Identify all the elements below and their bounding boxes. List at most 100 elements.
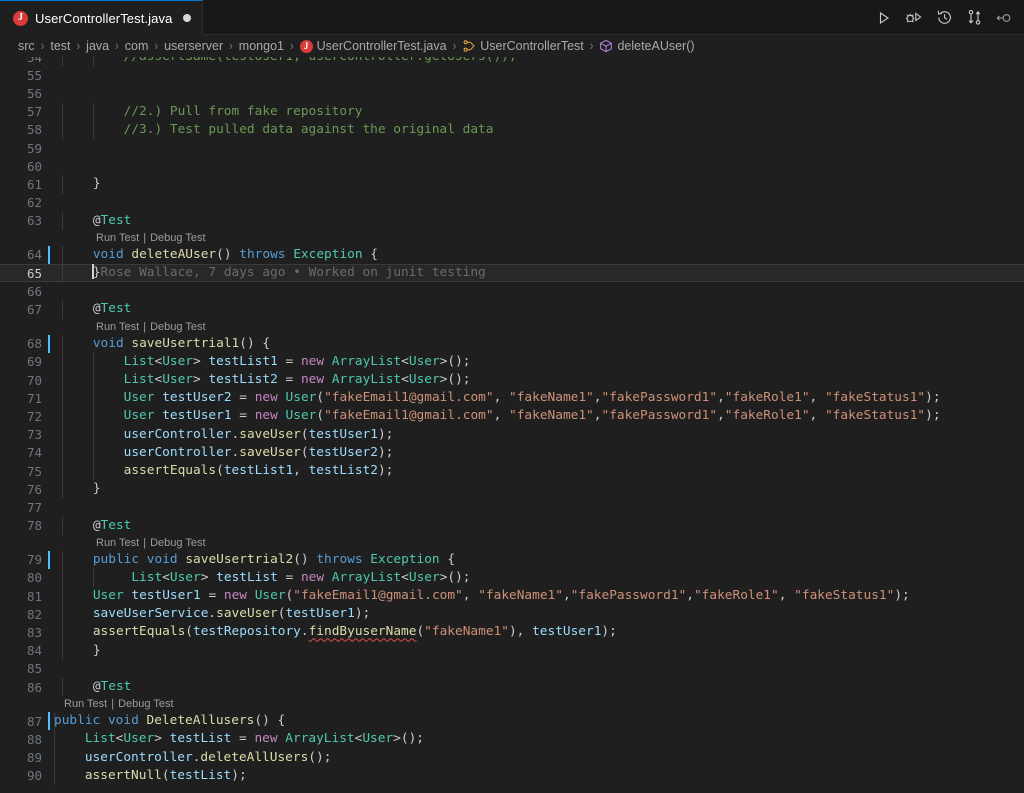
- code-line[interactable]: 86 @Test: [0, 678, 1024, 697]
- codelens-separator: |: [111, 698, 115, 711]
- code-line[interactable]: 79 public void saveUsertrial2() throws E…: [0, 550, 1024, 569]
- code-line[interactable]: 74 userController.saveUser(testUser2);: [0, 443, 1024, 462]
- debug-button[interactable]: [900, 4, 928, 32]
- code-line[interactable]: 82 saveUserService.saveUser(testUser1);: [0, 605, 1024, 624]
- breadcrumb-separator: ›: [452, 38, 457, 54]
- code-line[interactable]: 78 @Test: [0, 516, 1024, 535]
- codelens-run-debug-test: Run Test | Debug Test: [0, 319, 1024, 335]
- run-button[interactable]: [870, 4, 898, 32]
- code-text: saveUserService.saveUser(testUser1);: [54, 605, 1024, 624]
- gutter-modified-marker: [44, 550, 54, 569]
- code-text: userController.deleteAllUsers();: [54, 748, 1024, 767]
- line-number: 55: [26, 67, 42, 83]
- line-number: 58: [26, 122, 42, 138]
- code-line[interactable]: 90 assertNull(testList);: [0, 766, 1024, 785]
- code-line[interactable]: 70 List<User> testList2 = new ArrayList<…: [0, 371, 1024, 390]
- code-line[interactable]: 61 }: [0, 175, 1024, 194]
- code-text: assertNull(testList);: [54, 766, 1024, 785]
- breadcrumb-item-class[interactable]: UserControllerTest: [462, 39, 584, 53]
- error-squiggle-token: findByuserName: [308, 624, 417, 640]
- code-text: List<User> testList = new ArrayList<User…: [54, 730, 1024, 749]
- code-line[interactable]: 68 void saveUsertrial1() {: [0, 334, 1024, 353]
- line-number: 73: [26, 427, 42, 443]
- history-button[interactable]: [930, 4, 958, 32]
- sync-button[interactable]: [960, 4, 988, 32]
- code-line[interactable]: 81 User testUser1 = new User("fakeEmail1…: [0, 587, 1024, 606]
- code-line[interactable]: 76 }: [0, 480, 1024, 499]
- editor-tab-usercontrollertest[interactable]: J UserControllerTest.java: [0, 0, 204, 35]
- code-line[interactable]: 89 userController.deleteAllUsers();: [0, 748, 1024, 767]
- code-line-current[interactable]: 65 }Rose Wallace, 7 days ago • Worked on…: [0, 264, 1024, 283]
- line-number: 81: [26, 588, 42, 604]
- code-line[interactable]: 84 }: [0, 641, 1024, 660]
- git-blame-annotation[interactable]: Rose Wallace, 7 days ago • Worked on jun…: [101, 265, 486, 280]
- codelens-run-test-link[interactable]: Run Test: [96, 321, 139, 333]
- line-number: 85: [26, 661, 42, 677]
- code-text: //3.) Test pulled data against the origi…: [54, 120, 1024, 139]
- gutter-modified-marker: [44, 712, 54, 731]
- codelens-run-debug-test: Run Test | Debug Test: [0, 696, 1024, 712]
- breadcrumb-item-src[interactable]: src: [18, 39, 35, 53]
- split-editor-button[interactable]: [990, 4, 1018, 32]
- code-line[interactable]: 87 public void DeleteAllusers() {: [0, 712, 1024, 731]
- code-line[interactable]: 56: [0, 84, 1024, 102]
- breadcrumb-separator: ›: [289, 38, 294, 54]
- code-line[interactable]: 62: [0, 194, 1024, 212]
- code-text: List<User> testList = new ArrayList<User…: [54, 568, 1024, 588]
- code-line[interactable]: 85: [0, 660, 1024, 678]
- code-line[interactable]: 88 List<User> testList = new ArrayList<U…: [0, 730, 1024, 749]
- code-line[interactable]: 67 @Test: [0, 300, 1024, 319]
- breadcrumb-item-test[interactable]: test: [50, 39, 70, 53]
- codelens-run-test-link[interactable]: Run Test: [96, 232, 139, 244]
- code-line[interactable]: 58 //3.) Test pulled data against the or…: [0, 120, 1024, 139]
- code-text: List<User> testList1 = new ArrayList<Use…: [54, 352, 1024, 372]
- code-line[interactable]: 71 User testUser2 = new User("fakeEmail1…: [0, 389, 1024, 408]
- code-text: @Test: [54, 516, 1024, 535]
- code-editor[interactable]: 54 //assertSame(testUser1, userControlle…: [0, 57, 1024, 793]
- code-line[interactable]: 60: [0, 157, 1024, 175]
- gutter-marker: [44, 121, 54, 139]
- code-line[interactable]: 59: [0, 139, 1024, 157]
- code-text: public void saveUsertrial2() throws Exce…: [54, 550, 1024, 569]
- codelens-debug-test-link[interactable]: Debug Test: [118, 698, 173, 710]
- codelens-debug-test-link[interactable]: Debug Test: [150, 537, 205, 549]
- code-line[interactable]: 73 userController.saveUser(testUser1);: [0, 425, 1024, 444]
- code-line[interactable]: 55: [0, 66, 1024, 84]
- code-line[interactable]: 57 //2.) Pull from fake repository: [0, 102, 1024, 121]
- code-line[interactable]: 83 assertEquals(testRepository.findByuse…: [0, 623, 1024, 642]
- line-number: 86: [26, 679, 42, 695]
- code-line[interactable]: 69 List<User> testList1 = new ArrayList<…: [0, 352, 1024, 372]
- codelens-run-debug-test: Run Test | Debug Test: [0, 535, 1024, 551]
- code-line[interactable]: 77: [0, 498, 1024, 516]
- code-line[interactable]: 64 void deleteAUser() throws Exception {: [0, 245, 1024, 265]
- codelens-debug-test-link[interactable]: Debug Test: [150, 232, 205, 244]
- codelens-run-test-link[interactable]: Run Test: [96, 537, 139, 549]
- gutter-marker: [44, 300, 54, 318]
- gutter-marker: [44, 371, 54, 389]
- gutter-marker: [44, 678, 54, 696]
- editor-tab-bar: J UserControllerTest.java: [0, 0, 1024, 35]
- code-line[interactable]: 80 List<User> testList = new ArrayList<U…: [0, 568, 1024, 588]
- codelens-run-test-link[interactable]: Run Test: [64, 698, 107, 710]
- line-number: 77: [26, 499, 42, 515]
- line-number: 57: [26, 104, 42, 120]
- gutter-marker: [44, 66, 54, 84]
- breadcrumb-item-method[interactable]: deleteAUser(): [599, 39, 695, 53]
- code-text: User testUser1 = new User("fakeEmail1@gm…: [54, 587, 1024, 606]
- gutter-marker: [44, 749, 54, 767]
- breadcrumb-item-file[interactable]: J UserControllerTest.java: [299, 39, 447, 53]
- unsaved-changes-dot[interactable]: [183, 14, 192, 22]
- breadcrumb-separator: ›: [115, 38, 119, 54]
- code-line[interactable]: 75 assertEquals(testList1, testList2);: [0, 461, 1024, 481]
- code-line[interactable]: 54 //assertSame(testUser1, userControlle…: [0, 57, 1024, 67]
- code-text: userController.saveUser(testUser1);: [54, 425, 1024, 444]
- breadcrumb-item-com[interactable]: com: [125, 39, 149, 53]
- breadcrumb-item-userserver[interactable]: userserver: [164, 39, 223, 53]
- codelens-debug-test-link[interactable]: Debug Test: [150, 321, 205, 333]
- breadcrumb-item-java[interactable]: java: [86, 39, 109, 53]
- code-line[interactable]: 72 User testUser1 = new User("fakeEmail1…: [0, 407, 1024, 426]
- breadcrumb-item-mongo1[interactable]: mongo1: [239, 39, 284, 53]
- code-line[interactable]: 63 @Test: [0, 211, 1024, 230]
- gutter-marker: [44, 194, 54, 212]
- code-line[interactable]: 66: [0, 282, 1024, 300]
